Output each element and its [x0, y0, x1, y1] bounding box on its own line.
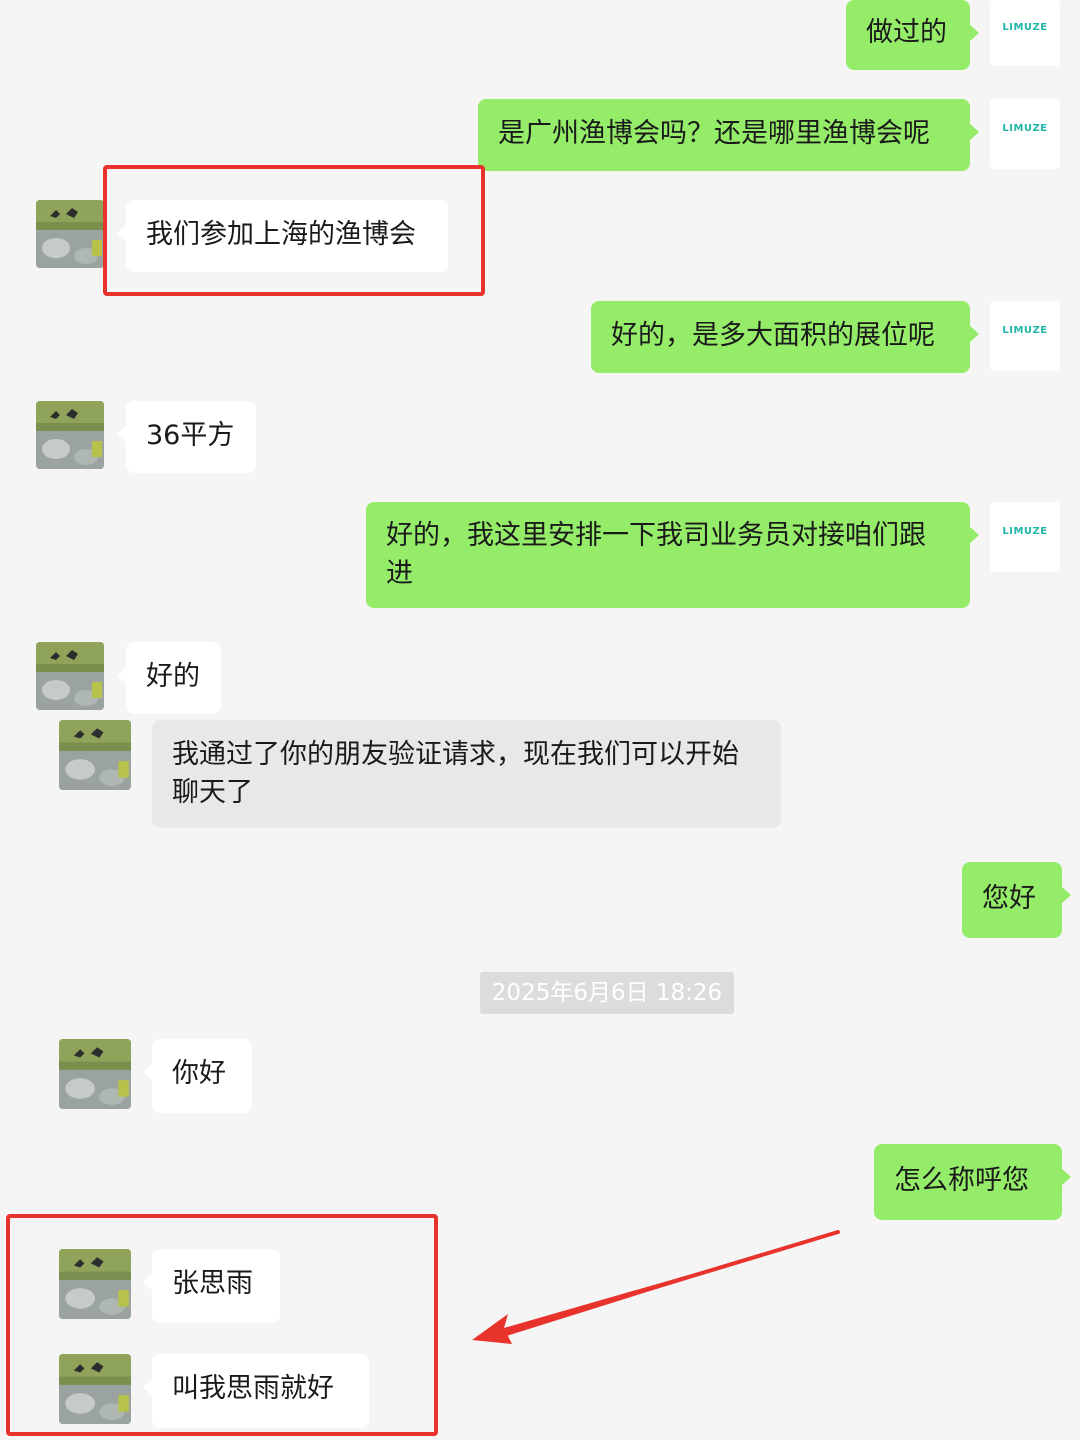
message-text: 是广州渔博会吗？还是哪里渔博会呢 — [498, 118, 930, 149]
message-text: 怎么称呼您 — [894, 1165, 1029, 1196]
my-avatar[interactable]: LIMUZE — [990, 0, 1060, 66]
message-bubble-outgoing[interactable]: 怎么称呼您 — [874, 1144, 1071, 1220]
bird-photo-icon — [36, 200, 104, 268]
company-logo-icon: LIMUZE — [1002, 122, 1048, 134]
message-bubble-incoming[interactable]: 你好 — [143, 1039, 252, 1113]
bird-photo-icon — [36, 642, 104, 710]
message-text: 我通过了你的朋友验证请求，现在我们可以开始聊天了 — [172, 739, 739, 808]
annotation-highlight-box — [6, 1214, 438, 1436]
message-bubble-outgoing[interactable]: 好的，我这里安排一下我司业务员对接咱们跟进 — [366, 502, 979, 608]
my-avatar[interactable]: LIMUZE — [990, 99, 1060, 169]
timestamp-divider: 2025年6月6日 18:26 — [480, 972, 734, 1014]
my-avatar[interactable]: LIMUZE — [990, 301, 1060, 371]
contact-avatar[interactable] — [36, 200, 104, 268]
message-bubble-outgoing[interactable]: 做过的 — [846, 0, 979, 70]
contact-avatar[interactable] — [59, 1039, 131, 1109]
annotation-highlight-box — [103, 165, 485, 296]
company-logo-icon: LIMUZE — [1002, 525, 1048, 537]
chat-window: 做过的 LIMUZE 是广州渔博会吗？还是哪里渔博会呢 LIMUZE 我们参加上… — [0, 0, 1080, 1440]
bird-photo-icon — [36, 401, 104, 469]
contact-avatar[interactable] — [36, 642, 104, 710]
message-bubble-outgoing[interactable]: 好的，是多大面积的展位呢 — [591, 301, 979, 373]
message-bubble-outgoing[interactable]: 您好 — [962, 862, 1071, 938]
message-bubble-incoming[interactable]: 好的 — [117, 642, 221, 714]
message-text: 好的 — [146, 661, 200, 692]
bird-photo-icon — [59, 720, 131, 790]
message-bubble-incoming[interactable]: 我通过了你的朋友验证请求，现在我们可以开始聊天了 — [152, 720, 781, 828]
company-logo-icon: LIMUZE — [1002, 21, 1048, 33]
message-bubble-incoming[interactable]: 36平方 — [117, 401, 256, 473]
company-logo-icon: LIMUZE — [1002, 324, 1048, 336]
message-text: 好的，是多大面积的展位呢 — [611, 320, 935, 351]
message-text: 36平方 — [146, 420, 235, 451]
bird-photo-icon — [59, 1039, 131, 1109]
message-bubble-outgoing[interactable]: 是广州渔博会吗？还是哪里渔博会呢 — [478, 99, 979, 171]
my-avatar[interactable]: LIMUZE — [990, 502, 1060, 572]
message-text: 你好 — [172, 1058, 226, 1089]
message-text: 做过的 — [866, 17, 947, 48]
contact-avatar[interactable] — [59, 720, 131, 790]
contact-avatar[interactable] — [36, 401, 104, 469]
message-text: 您好 — [982, 883, 1036, 914]
message-text: 好的，我这里安排一下我司业务员对接咱们跟进 — [386, 520, 926, 589]
